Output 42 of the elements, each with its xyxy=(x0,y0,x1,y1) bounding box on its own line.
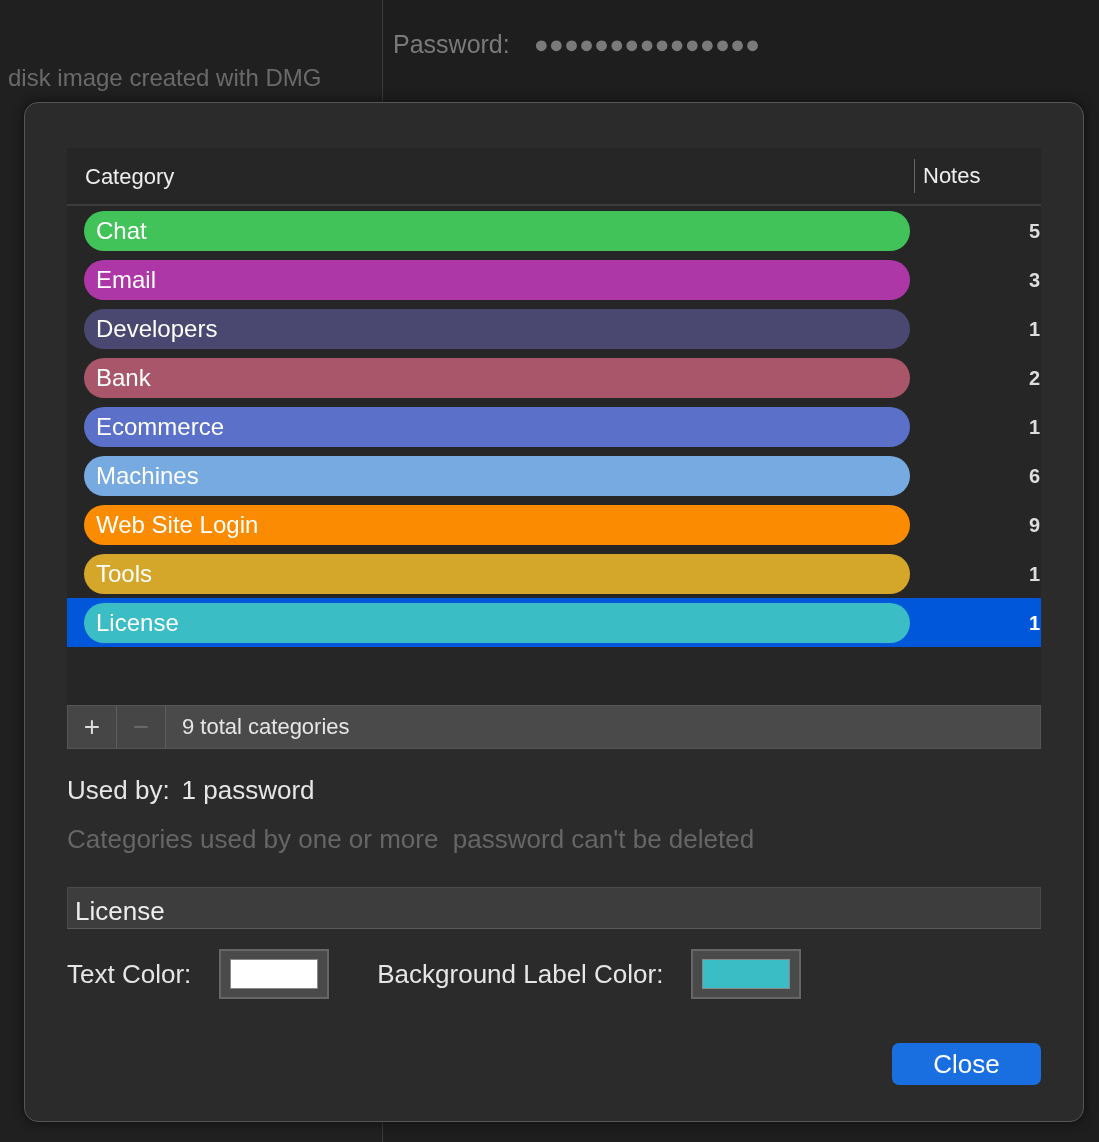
notes-count: 5 xyxy=(1027,218,1041,244)
close-button[interactable]: Close xyxy=(892,1043,1041,1085)
table-row[interactable]: Bank 2 xyxy=(67,353,1041,402)
table-row[interactable]: Email 3 xyxy=(67,255,1041,304)
hint-text: Categories used by one or more password can't be deleted xyxy=(67,823,756,856)
table-row[interactable]: Ecommerce 1 xyxy=(67,402,1041,451)
category-label: Machines xyxy=(84,455,910,496)
used-by-value: 1 password xyxy=(181,774,315,807)
add-button[interactable]: + xyxy=(68,706,117,748)
category-label: Web Site Login xyxy=(84,504,910,545)
category-label: Email xyxy=(84,259,910,300)
table-row[interactable]: Tools 1 xyxy=(67,549,1041,598)
table-row[interactable]: Machines 6 xyxy=(67,451,1041,500)
used-by-label: Used by: xyxy=(67,774,170,807)
notes-count: 1 xyxy=(1027,610,1041,636)
notes-count: 6 xyxy=(1027,463,1041,489)
category-label: License xyxy=(84,602,910,643)
table-row[interactable]: Chat 5 xyxy=(67,206,1041,255)
description-text: disk image created with DMG xyxy=(8,63,322,93)
password-value: ●●●●●●●●●●●●●●● xyxy=(533,29,761,60)
name-field[interactable]: License xyxy=(67,887,1041,929)
column-header[interactable]: Category xyxy=(67,159,914,193)
notes-count: 3 xyxy=(1027,267,1041,293)
color-well[interactable] xyxy=(219,949,330,999)
notes-count: 2 xyxy=(1027,365,1041,391)
color-well[interactable] xyxy=(691,949,802,999)
color-label: Text Color: xyxy=(67,957,192,991)
category-label: Bank xyxy=(84,357,910,398)
notes-count: 1 xyxy=(1027,316,1041,342)
table-row[interactable]: Web Site Login 9 xyxy=(67,500,1041,549)
password-label: Password: xyxy=(393,29,510,60)
notes-count: 1 xyxy=(1027,414,1041,440)
notes-count: 9 xyxy=(1027,512,1041,538)
color-label: Background Label Color: xyxy=(377,957,664,991)
column-header[interactable]: Notes xyxy=(914,159,1041,193)
category-label: Developers xyxy=(84,308,910,349)
notes-count: 1 xyxy=(1027,561,1041,587)
table-row[interactable]: License 1 xyxy=(67,598,1041,647)
category-label: Chat xyxy=(84,210,910,251)
category-label: Ecommerce xyxy=(84,406,910,447)
category-label: Tools xyxy=(84,553,910,594)
table-row[interactable]: Developers 1 xyxy=(67,304,1041,353)
